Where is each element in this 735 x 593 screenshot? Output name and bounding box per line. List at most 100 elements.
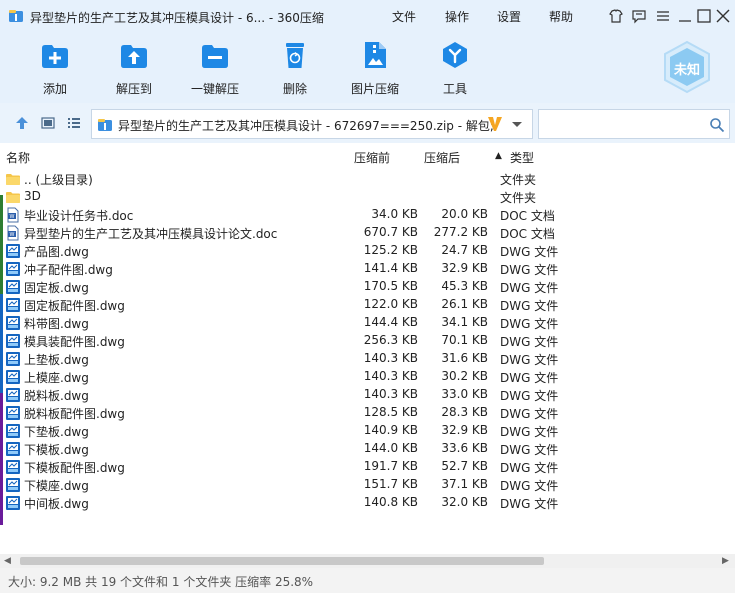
file-packed-size: 45.3 KB [441,279,488,293]
chevron-down-icon[interactable] [508,115,526,133]
add-archive-icon [42,45,68,68]
file-type: DWG 文件 [500,371,559,385]
menu-help[interactable]: 帮助 [549,8,573,25]
file-list: 名称 压缩前 压缩后 ▲ 类型 .. (上级目录) 文件夹 3D 文件夹 W 毕业设计任务… [0,143,735,554]
file-row[interactable]: 脱料板配件图.dwg 128.5 KB 28.3 KB DWG 文件 [0,404,735,422]
column-header-packed[interactable]: 压缩后 [424,149,460,166]
dwg-file-icon [6,316,20,330]
tools-icon [443,42,467,68]
up-arrow-icon[interactable] [14,115,30,131]
360zip-app-icon [9,10,23,22]
recycle-bin-icon [286,43,304,68]
file-row[interactable]: 模具装配件图.dwg 256.3 KB 70.1 KB DWG 文件 [0,332,735,350]
file-size: 34.0 KB [371,207,418,221]
file-row[interactable]: 下模座.dwg 151.7 KB 37.1 KB DWG 文件 [0,476,735,494]
file-size: 170.5 KB [363,279,418,293]
file-name: 上模座.dwg [24,371,89,385]
skin-icon[interactable] [606,6,626,26]
file-rows: .. (上级目录) 文件夹 3D 文件夹 W 毕业设计任务书.doc 34.0 KB 20.0… [0,170,735,512]
file-row[interactable]: .. (上级目录) 文件夹 [0,170,735,188]
file-row[interactable]: 中间板.dwg 140.8 KB 32.0 KB DWG 文件 [0,494,735,512]
file-name: 脱料板配件图.dwg [24,407,125,421]
file-name: 3D [24,189,41,203]
file-row[interactable]: 产品图.dwg 125.2 KB 24.7 KB DWG 文件 [0,242,735,260]
menu-settings[interactable]: 设置 [497,8,521,25]
file-name: 料带图.dwg [24,317,89,331]
file-name: 模具装配件图.dwg [24,335,125,349]
extract-to-button[interactable]: 解压到 [98,40,170,100]
tools-button[interactable]: 工具 [419,40,491,100]
maximize-icon[interactable] [694,6,714,26]
delete-button[interactable]: 删除 [259,40,331,100]
file-size: 125.2 KB [363,243,418,257]
file-type: DWG 文件 [500,461,559,475]
file-row[interactable]: 固定板配件图.dwg 122.0 KB 26.1 KB DWG 文件 [0,296,735,314]
file-size: 191.7 KB [363,459,418,473]
minimize-icon[interactable] [675,6,695,26]
search-input[interactable] [543,114,703,134]
file-size: 140.9 KB [363,423,418,437]
add-button[interactable]: 添加 [19,40,91,100]
file-size: 141.4 KB [363,261,418,275]
file-size: 144.0 KB [363,441,418,455]
menu-icon[interactable] [653,6,673,26]
dwg-file-icon [6,460,20,474]
file-row[interactable]: 3D 文件夹 [0,188,735,206]
file-row[interactable]: W 毕业设计任务书.doc 34.0 KB 20.0 KB DOC 文档 [0,206,735,224]
file-packed-size: 20.0 KB [441,207,488,221]
file-size: 144.4 KB [363,315,418,329]
search-icon[interactable] [709,117,725,133]
file-packed-size: 34.1 KB [441,315,488,329]
title-bar: 异型垫片的生产工艺及其冲压模具设计 - 6... - 360压缩 文件 操作 设… [0,0,735,32]
unknown-badge[interactable]: 未知 [660,40,714,94]
file-row[interactable]: 冲子配件图.dwg 141.4 KB 32.9 KB DWG 文件 [0,260,735,278]
file-name: 下模板.dwg [24,443,89,457]
column-header-name[interactable]: 名称 [6,149,30,166]
file-row[interactable]: W 异型垫片的生产工艺及其冲压模具设计论文.doc 670.7 KB 277.2 KB… [0,224,735,242]
file-size: 140.3 KB [363,387,418,401]
one-click-extract-button[interactable]: 一键解压 [179,40,251,100]
file-row[interactable]: 料带图.dwg 144.4 KB 34.1 KB DWG 文件 [0,314,735,332]
image-compress-label: 图片压缩 [350,82,399,96]
dwg-file-icon [6,496,20,510]
file-row[interactable]: 固定板.dwg 170.5 KB 45.3 KB DWG 文件 [0,278,735,296]
file-packed-size: 32.0 KB [441,495,488,509]
search-box[interactable] [538,109,730,139]
scroll-right-icon[interactable]: ▶ [722,556,729,566]
file-packed-size: 52.7 KB [441,459,488,473]
column-header-type[interactable]: 类型 [510,149,534,166]
feedback-icon[interactable] [629,6,649,26]
detail-view-icon[interactable] [40,115,56,131]
file-packed-size: 33.6 KB [441,441,488,455]
list-view-icon[interactable] [66,115,82,131]
address-row: 异型垫片的生产工艺及其冲压模具设计 - 672697===250.zip - 解… [0,103,735,143]
file-packed-size: 24.7 KB [441,243,488,257]
file-type: DWG 文件 [500,479,559,493]
file-packed-size: 32.9 KB [441,423,488,437]
close-icon[interactable] [713,6,733,26]
file-type: DWG 文件 [500,335,559,349]
file-name: 中间板.dwg [24,497,89,511]
top-area: 异型垫片的生产工艺及其冲压模具设计 - 6... - 360压缩 文件 操作 设… [0,0,735,103]
address-bar[interactable]: 异型垫片的生产工艺及其冲压模具设计 - 672697===250.zip - 解… [91,109,533,139]
scroll-left-icon[interactable]: ◀ [4,556,11,566]
file-type: DWG 文件 [500,281,559,295]
file-size: 140.8 KB [363,495,418,509]
file-size: 128.5 KB [363,405,418,419]
file-row[interactable]: 下模板.dwg 144.0 KB 33.6 KB DWG 文件 [0,440,735,458]
word-doc-icon: W [7,225,19,241]
horizontal-scrollbar[interactable]: ◀ ▶ [0,554,735,568]
column-header-size[interactable]: 压缩前 [354,149,390,166]
menu-file[interactable]: 文件 [392,8,416,25]
brand-v-icon[interactable] [486,114,504,134]
file-name: 下模板配件图.dwg [24,461,125,475]
scroll-thumb[interactable] [20,557,544,565]
file-row[interactable]: 上模座.dwg 140.3 KB 30.2 KB DWG 文件 [0,368,735,386]
file-row[interactable]: 上垫板.dwg 140.3 KB 31.6 KB DWG 文件 [0,350,735,368]
file-row[interactable]: 下模板配件图.dwg 191.7 KB 52.7 KB DWG 文件 [0,458,735,476]
file-row[interactable]: 脱料板.dwg 140.3 KB 33.0 KB DWG 文件 [0,386,735,404]
menu-operation[interactable]: 操作 [445,8,469,25]
dwg-file-icon [6,370,20,384]
image-compress-button[interactable]: 图片压缩 [339,40,411,100]
file-row[interactable]: 下垫板.dwg 140.9 KB 32.9 KB DWG 文件 [0,422,735,440]
